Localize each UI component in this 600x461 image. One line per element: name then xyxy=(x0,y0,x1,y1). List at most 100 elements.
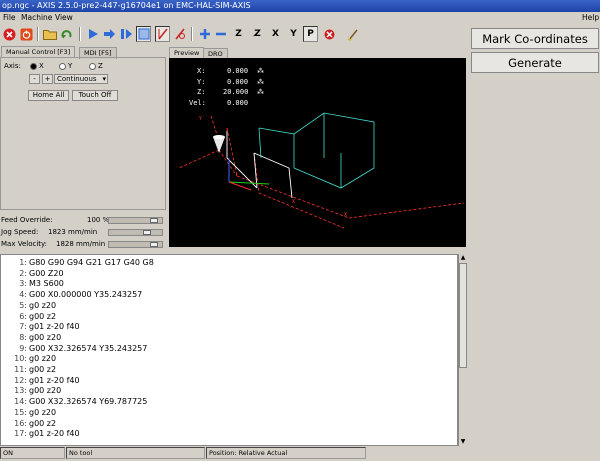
line-number: 1: xyxy=(19,258,27,267)
jog-mode-select[interactable]: Continuous ▾ xyxy=(54,74,108,84)
status-bar: ON No tool Position: Relative Actual xyxy=(0,446,600,461)
tool-status: No tool xyxy=(66,447,205,459)
gcode-line[interactable]: 8: g00 z20 xyxy=(5,333,61,344)
line-number: 11: xyxy=(14,365,27,374)
scroll-thumb[interactable] xyxy=(459,263,467,368)
view-x-icon[interactable]: X xyxy=(268,26,283,42)
dro-z-label: Z: xyxy=(197,88,206,97)
slider-knob[interactable] xyxy=(150,218,158,223)
gcode-line[interactable]: 4: G00 X0.000000 Y35.243257 xyxy=(5,290,142,301)
axis-marker-y-icon: Y xyxy=(199,116,202,122)
view-z-icon[interactable]: Z xyxy=(231,26,246,42)
estop-icon[interactable] xyxy=(2,26,17,42)
jog-speed-slider[interactable] xyxy=(108,229,163,236)
zoom-out-icon[interactable] xyxy=(213,26,228,42)
menu-help[interactable]: Help xyxy=(582,12,599,23)
line-number: 17: xyxy=(14,429,27,439)
gcode-line[interactable]: 14: G00 X32.326574 Y69.787725 xyxy=(5,397,147,408)
dro-x-value: 0.000 xyxy=(227,67,249,75)
gcode-line[interactable]: 7: g01 z-20 f40 xyxy=(5,322,79,333)
gcode-line[interactable]: 5: g0 z20 xyxy=(5,301,56,312)
rapid-moves xyxy=(178,115,465,229)
pause-icon[interactable] xyxy=(119,26,134,42)
preview-canvas[interactable]: Y X X X: 0.000 Y: 0.000 Z: 20.000 Vel: 0… xyxy=(169,58,466,247)
home-all-button[interactable]: Home All xyxy=(28,90,69,101)
gcode-line[interactable]: 13: g00 z20 xyxy=(5,386,61,397)
rotate-view-icon[interactable] xyxy=(322,26,337,42)
gcode-line[interactable]: 12: g01 z-20 f40 xyxy=(5,375,80,387)
chevron-down-icon: ▾ xyxy=(102,75,106,83)
max-velocity-slider[interactable] xyxy=(108,241,163,248)
view-p-icon[interactable]: P xyxy=(303,26,318,42)
open-folder-icon[interactable] xyxy=(42,26,57,42)
toolbar: Z Z̸ X Y P xyxy=(0,24,467,45)
axis-radio-y[interactable]: Y xyxy=(59,62,72,71)
line-number: 2: xyxy=(19,268,27,278)
dro-z-value: 20.000 xyxy=(223,88,249,97)
tool-cone-icon xyxy=(213,135,225,153)
gcode-line[interactable]: 16: g00 z2 xyxy=(5,419,56,430)
zoom-in-icon[interactable] xyxy=(197,26,212,42)
step-icon[interactable] xyxy=(102,26,117,42)
menu-view[interactable]: View xyxy=(55,12,73,23)
gcode-text: g00 z2 xyxy=(29,365,57,374)
gcode-text: g0 z20 xyxy=(29,300,57,310)
dro-vel-value: 0.000 xyxy=(227,98,249,107)
gcode-text: G80 G90 G94 G21 G17 G40 G8 xyxy=(29,258,154,267)
gcode-text: G00 Z20 xyxy=(29,268,64,278)
view-z2-icon[interactable]: Z̸ xyxy=(250,26,265,42)
generate-button[interactable]: Generate xyxy=(471,52,599,73)
position-mode: Position: Relative Actual xyxy=(206,447,366,459)
gcode-line[interactable]: 6: g00 z2 xyxy=(5,312,56,323)
mark-coordinates-button[interactable]: Mark Co-ordinates xyxy=(471,28,599,49)
line-number: 10: xyxy=(14,354,27,364)
axis-radio-z[interactable]: Z xyxy=(89,62,103,71)
line-number: 13: xyxy=(14,386,27,396)
gcode-line[interactable]: 17: g01 z-20 f40 xyxy=(5,429,79,440)
gcode-listing[interactable]: 1: G80 G90 G94 G21 G17 G40 G8 2: G00 Z20 3: M… xyxy=(0,254,458,446)
gcode-line[interactable]: 2: G00 Z20 xyxy=(5,268,64,280)
gcode-text: g01 z-20 f40 xyxy=(29,375,80,385)
plot-annotations: Y X X xyxy=(199,116,347,218)
run-icon[interactable] xyxy=(85,26,100,42)
power-icon[interactable] xyxy=(19,26,34,42)
scroll-up-icon[interactable]: ▲ xyxy=(459,254,467,262)
slider-knob[interactable] xyxy=(143,230,151,235)
homed-icon: ⁂ xyxy=(257,67,264,75)
gcode-line[interactable]: 1: G80 G90 G94 G21 G17 G40 G8 xyxy=(5,258,154,269)
line-number: 8: xyxy=(19,332,27,342)
optional-stop-icon[interactable] xyxy=(172,26,187,42)
menu-file[interactable]: File xyxy=(3,12,16,23)
touch-off-button[interactable]: Touch Off xyxy=(72,90,118,101)
menu-machine[interactable]: Machine xyxy=(21,12,52,23)
homed-icon: ⁂ xyxy=(257,77,264,86)
axis-marker-x-icon: X xyxy=(292,199,295,205)
title-bar: op.ngc - AXIS 2.5.0-pre2-447-g16704e1 on… xyxy=(0,0,600,12)
slider-knob[interactable] xyxy=(150,242,158,247)
block-delete-icon[interactable] xyxy=(155,26,170,42)
stop-icon[interactable] xyxy=(136,26,151,42)
scroll-down-icon[interactable]: ▼ xyxy=(459,438,467,446)
gcode-line[interactable]: 11: g00 z2 xyxy=(5,365,56,376)
max-velocity-label: Max Velocity: xyxy=(1,240,48,248)
max-velocity-value: 1828 mm/min xyxy=(56,240,106,248)
toolpath-plot: Y X X xyxy=(178,112,465,229)
gcode-line[interactable]: 9: G00 X32.326574 Y35.243257 xyxy=(5,344,147,355)
line-number: 14: xyxy=(14,397,27,407)
jog-minus-button[interactable]: - xyxy=(29,74,40,84)
gcode-line[interactable]: 3: M3 S600 xyxy=(5,279,64,290)
gcode-line[interactable]: 10: g0 z20 xyxy=(5,354,56,365)
reload-icon[interactable] xyxy=(59,26,74,42)
gcode-scrollbar[interactable]: ▲ ▼ xyxy=(458,254,467,446)
dro-vel-label: Vel: xyxy=(189,98,206,107)
radio-icon xyxy=(59,62,66,70)
view-y-icon[interactable]: Y xyxy=(286,26,301,42)
gcode-line[interactable]: 15: g0 z20 xyxy=(5,408,56,419)
jog-plus-button[interactable]: + xyxy=(42,74,53,84)
line-number: 16: xyxy=(14,418,27,428)
feed-override-slider[interactable] xyxy=(108,217,163,224)
clear-plot-icon[interactable] xyxy=(346,26,361,42)
gcode-text: g00 z2 xyxy=(29,311,57,321)
axis-radio-x[interactable]: X xyxy=(30,62,44,71)
gcode-text: g0 z20 xyxy=(29,407,57,417)
